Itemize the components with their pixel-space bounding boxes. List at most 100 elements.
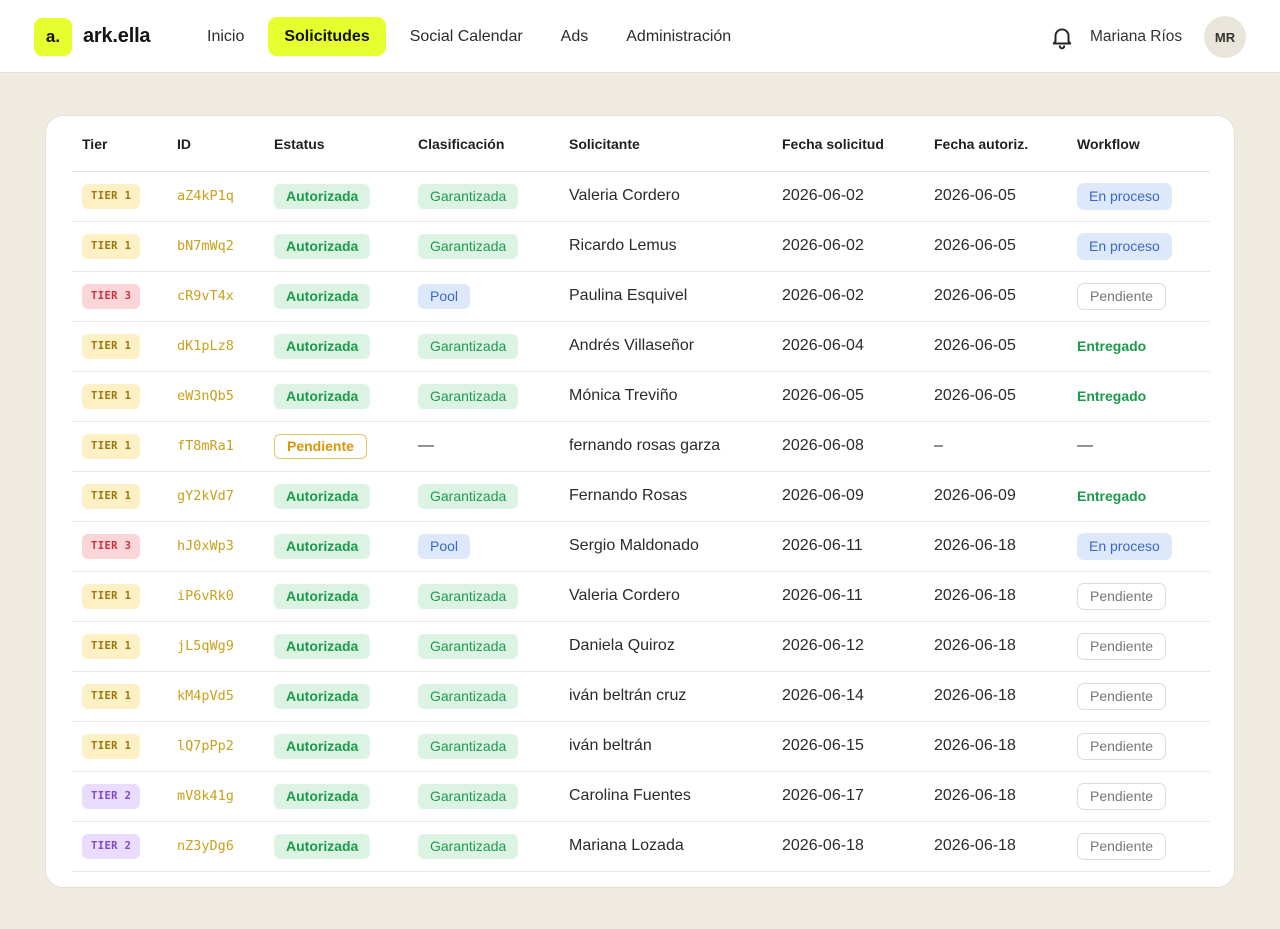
nav-item-administracion[interactable]: Administración — [612, 17, 745, 56]
status-badge: Autorizada — [274, 183, 371, 209]
cell-request-date: 2026-06-05 — [772, 371, 924, 422]
bell-icon[interactable] — [1049, 24, 1075, 50]
tier-badge: TIER 1 — [82, 233, 141, 259]
cell-workflow: Entregado — [1067, 321, 1210, 372]
table-row[interactable]: TIER 1 eW3nQb5 Autorizada Garantizada Mónica… — [72, 371, 1210, 422]
table-row[interactable]: TIER 1 aZ4kP1q Autorizada Garantizada Valeri… — [72, 171, 1210, 222]
table-row[interactable]: TIER 1 lQ7pPp2 Autorizada Garantizada iván b… — [72, 721, 1210, 772]
table-row[interactable]: TIER 1 gY2kVd7 Autorizada Garantizada Fernan… — [72, 471, 1210, 522]
table-row[interactable]: TIER 1 kM4pVd5 Autorizada Garantizada iván b… — [72, 671, 1210, 722]
cell-auth-date: 2026-06-18 — [924, 721, 1067, 772]
cell-request-date: 2026-06-11 — [772, 521, 924, 572]
cell-request-date: 2026-06-04 — [772, 321, 924, 372]
request-id-link[interactable]: aZ4kP1q — [177, 188, 234, 204]
col-header-fecha-autorizacion[interactable]: Fecha autoriz. — [924, 116, 1067, 172]
table-row[interactable]: TIER 1 dK1pLz8 Autorizada Garantizada Andrés… — [72, 321, 1210, 372]
table-row[interactable]: TIER 2 mV8k41g Autorizada Garantizada Caroli… — [72, 771, 1210, 822]
col-header-estatus[interactable]: Estatus — [264, 116, 408, 172]
request-id-link[interactable]: bN7mWq2 — [177, 238, 234, 254]
cell-tier: TIER 1 — [72, 221, 167, 272]
status-badge: Autorizada — [274, 333, 371, 359]
workflow-badge[interactable]: Pendiente — [1077, 582, 1167, 610]
logo-text[interactable]: ark.ella — [83, 25, 151, 48]
workflow-empty: — — [1077, 437, 1093, 454]
tier-badge: TIER 1 — [82, 333, 141, 359]
cell-applicant: Mariana Lozada — [559, 821, 772, 872]
cell-id: fT8mRa1 — [167, 421, 264, 472]
col-header-tier[interactable]: Tier — [72, 116, 167, 172]
workflow-badge[interactable]: Pendiente — [1077, 682, 1167, 710]
request-id-link[interactable]: iP6vRk0 — [177, 588, 234, 604]
workflow-badge[interactable]: Pendiente — [1077, 732, 1167, 760]
request-id-link[interactable]: kM4pVd5 — [177, 688, 234, 704]
table-row[interactable]: TIER 3 cR9vT4x Autorizada Pool Paulina Esqui… — [72, 271, 1210, 322]
cell-classification: Pool — [408, 271, 559, 322]
cell-status: Autorizada — [264, 621, 408, 672]
nav-item-ads[interactable]: Ads — [547, 17, 603, 56]
cell-auth-date: 2026-06-18 — [924, 521, 1067, 572]
logo-mark[interactable]: a. — [34, 18, 72, 56]
cell-workflow: — — [1067, 421, 1210, 472]
classification-badge: Garantizada — [418, 383, 519, 409]
request-id-link[interactable]: jL5qWg9 — [177, 638, 234, 654]
cell-id: nZ3yDg6 — [167, 821, 264, 872]
cell-tier: TIER 1 — [72, 571, 167, 622]
cell-tier: TIER 1 — [72, 371, 167, 422]
classification-badge: Garantizada — [418, 833, 519, 859]
workflow-badge[interactable]: Pendiente — [1077, 832, 1167, 860]
nav-item-social-calendar[interactable]: Social Calendar — [396, 17, 537, 56]
table-row[interactable]: TIER 1 bN7mWq2 Autorizada Garantizada Ricard… — [72, 221, 1210, 272]
col-header-workflow[interactable]: Workflow — [1067, 116, 1210, 172]
status-badge: Pendiente — [274, 433, 367, 459]
cell-id: eW3nQb5 — [167, 371, 264, 422]
cell-tier: TIER 1 — [72, 421, 167, 472]
request-id-link[interactable]: dK1pLz8 — [177, 338, 234, 354]
table-row[interactable]: TIER 1 jL5qWg9 Autorizada Garantizada Daniel… — [72, 621, 1210, 672]
request-id-link[interactable]: cR9vT4x — [177, 288, 234, 304]
cell-status: Autorizada — [264, 271, 408, 322]
request-id-link[interactable]: nZ3yDg6 — [177, 838, 234, 854]
table-row[interactable]: TIER 2 nZ3yDg6 Autorizada Garantizada Marian… — [72, 821, 1210, 872]
table-row[interactable]: TIER 1 iP6vRk0 Autorizada Garantizada Valeri… — [72, 571, 1210, 622]
cell-id: kM4pVd5 — [167, 671, 264, 722]
cell-status: Autorizada — [264, 671, 408, 722]
workflow-badge[interactable]: Pendiente — [1077, 632, 1167, 660]
request-id-link[interactable]: fT8mRa1 — [177, 438, 234, 454]
cell-status: Autorizada — [264, 521, 408, 572]
cell-classification: — — [408, 421, 559, 472]
workflow-badge[interactable]: Pendiente — [1077, 782, 1167, 810]
col-header-solicitante[interactable]: Solicitante — [559, 116, 772, 172]
status-badge: Autorizada — [274, 233, 371, 259]
cell-applicant: Paulina Esquivel — [559, 271, 772, 322]
cell-auth-date: 2026-06-18 — [924, 621, 1067, 672]
request-id-link[interactable]: eW3nQb5 — [177, 388, 234, 404]
col-header-clasificacion[interactable]: Clasificación — [408, 116, 559, 172]
col-header-fecha-solicitud[interactable]: Fecha solicitud — [772, 116, 924, 172]
workflow-badge[interactable]: En proceso — [1077, 182, 1172, 210]
request-id-link[interactable]: hJ0xWp3 — [177, 538, 234, 554]
cell-status: Autorizada — [264, 821, 408, 872]
tier-badge: TIER 1 — [82, 733, 141, 759]
nav-item-solicitudes[interactable]: Solicitudes — [268, 17, 386, 56]
cell-applicant: fernando rosas garza — [559, 421, 772, 472]
request-id-link[interactable]: mV8k41g — [177, 788, 234, 804]
workflow-badge[interactable]: En proceso — [1077, 532, 1172, 560]
requests-table: Tier ID Estatus Clasificación Solicitant… — [72, 116, 1210, 872]
user-name[interactable]: Mariana Ríos — [1090, 28, 1182, 46]
cell-workflow: Entregado — [1067, 471, 1210, 522]
request-id-link[interactable]: lQ7pPp2 — [177, 738, 234, 754]
table-row[interactable]: TIER 3 hJ0xWp3 Autorizada Pool Sergio Maldon… — [72, 521, 1210, 572]
workflow-badge[interactable]: Pendiente — [1077, 282, 1167, 310]
cell-request-date: 2026-06-17 — [772, 771, 924, 822]
cell-auth-date: 2026-06-05 — [924, 371, 1067, 422]
col-header-id[interactable]: ID — [167, 116, 264, 172]
nav-item-inicio[interactable]: Inicio — [193, 17, 258, 56]
workflow-badge[interactable]: En proceso — [1077, 232, 1172, 260]
cell-tier: TIER 1 — [72, 671, 167, 722]
cell-tier: TIER 3 — [72, 271, 167, 322]
avatar[interactable]: MR — [1204, 16, 1246, 58]
table-row[interactable]: TIER 1 fT8mRa1 Pendiente — fernando rosas ga… — [72, 421, 1210, 472]
cell-applicant: Fernando Rosas — [559, 471, 772, 522]
classification-badge: Garantizada — [418, 733, 519, 759]
request-id-link[interactable]: gY2kVd7 — [177, 488, 234, 504]
